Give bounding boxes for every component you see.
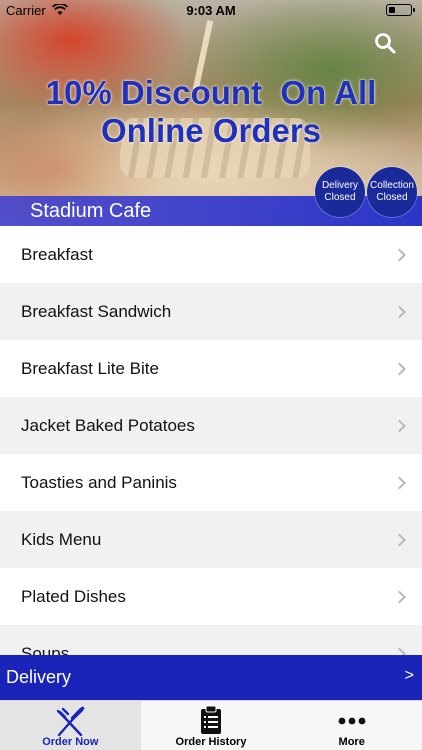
delivery-mode-label: Delivery	[6, 667, 72, 687]
tab-label: Order History	[175, 736, 247, 748]
menu-item-breakfast-sandwich[interactable]: Breakfast Sandwich	[0, 283, 422, 340]
tab-order-history[interactable]: Order History	[141, 701, 282, 750]
chevron-right-icon	[393, 362, 406, 375]
app-screen: Carrier 9:03 AM 10% Discount On All Onli…	[0, 0, 422, 750]
tab-label: More	[338, 736, 365, 748]
menu-item-label: Toasties and Paninis	[21, 472, 177, 492]
menu-item-label: Breakfast Sandwich	[21, 301, 172, 321]
chevron-right-icon	[393, 248, 406, 261]
search-icon[interactable]	[374, 32, 396, 54]
collection-status-value: Closed	[376, 192, 408, 203]
hero-banner: Carrier 9:03 AM 10% Discount On All Onli…	[0, 0, 422, 226]
menu-item-kids-menu[interactable]: Kids Menu	[0, 511, 422, 568]
menu-item-breakfast[interactable]: Breakfast	[0, 226, 422, 283]
tab-label: Order Now	[42, 736, 99, 748]
menu-item-label: Kids Menu	[21, 529, 102, 549]
battery-level	[389, 7, 395, 13]
collection-status-badge: Collection Closed	[367, 167, 417, 217]
menu-item-label: Plated Dishes	[21, 586, 126, 606]
clipboard-icon	[201, 705, 221, 734]
promo-line-1: 10% Discount On All	[45, 74, 377, 111]
menu-category-list[interactable]: Breakfast Breakfast Sandwich Breakfast L…	[0, 226, 422, 656]
delivery-status-value: Closed	[324, 192, 356, 203]
chevron-right-icon	[393, 305, 406, 318]
status-bar: Carrier 9:03 AM	[0, 0, 422, 22]
collection-status-title: Collection	[370, 180, 414, 191]
menu-item-plated-dishes[interactable]: Plated Dishes	[0, 568, 422, 625]
battery-icon	[386, 4, 415, 16]
promo-line-2: Online Orders	[100, 112, 322, 149]
menu-item-label: Breakfast	[21, 244, 93, 264]
chevron-right-icon: >	[404, 667, 414, 684]
chevron-right-icon	[393, 533, 406, 546]
fork-knife-icon	[57, 706, 85, 737]
delivery-status-badge: Delivery Closed	[315, 167, 365, 217]
menu-item-breakfast-lite-bite[interactable]: Breakfast Lite Bite	[0, 340, 422, 397]
delivery-mode-bar[interactable]: Delivery >	[0, 655, 422, 700]
delivery-status-title: Delivery	[321, 180, 359, 191]
promo-banner-text: 10% Discount On All Online Orders	[0, 74, 422, 150]
clock: 9:03 AM	[186, 3, 236, 18]
tab-order-now[interactable]: Order Now	[0, 701, 141, 750]
more-dots-icon	[338, 717, 366, 725]
menu-item-soups[interactable]: Soups	[0, 625, 422, 656]
menu-item-label: Breakfast Lite Bite	[21, 358, 159, 378]
menu-item-toasties-and-paninis[interactable]: Toasties and Paninis	[0, 454, 422, 511]
chevron-right-icon	[393, 590, 406, 603]
chevron-right-icon	[393, 419, 406, 432]
tab-more[interactable]: More	[281, 701, 422, 750]
cafe-name: Stadium Cafe	[30, 200, 152, 222]
menu-item-jacket-baked-potatoes[interactable]: Jacket Baked Potatoes	[0, 397, 422, 454]
menu-item-label: Jacket Baked Potatoes	[21, 415, 195, 435]
chevron-right-icon	[393, 476, 406, 489]
bottom-tab-bar: Order Now Order History More	[0, 700, 422, 750]
